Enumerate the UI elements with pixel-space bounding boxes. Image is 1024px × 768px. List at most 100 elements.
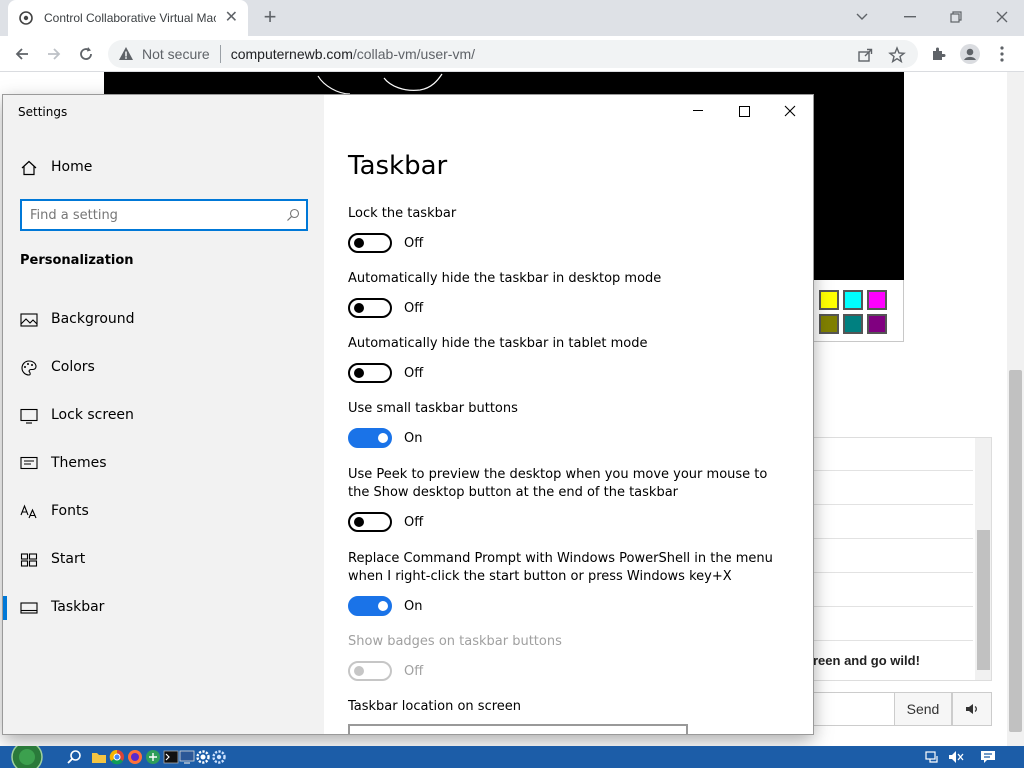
monitor-icon xyxy=(20,408,38,424)
brush-icon xyxy=(20,456,38,470)
browser-toolbar: Not secure computernewb.com/collab-vm/us… xyxy=(0,36,1024,72)
maximize-button[interactable] xyxy=(721,95,767,127)
toggle-state: Off xyxy=(404,301,424,316)
browser-menu-button[interactable] xyxy=(988,40,1016,68)
security-label[interactable]: Not secure xyxy=(142,46,210,62)
search-icon[interactable] xyxy=(66,749,82,765)
toggle-peek[interactable] xyxy=(348,512,392,532)
browser-app-icon[interactable] xyxy=(145,749,161,765)
chat-scrollbar-thumb[interactable] xyxy=(977,530,990,670)
toggle-lock-taskbar[interactable] xyxy=(348,233,392,253)
nav-fonts[interactable]: Fonts xyxy=(3,492,324,532)
toggle-powershell[interactable] xyxy=(348,596,392,616)
nav-lock-screen[interactable]: Lock screen xyxy=(3,396,324,436)
toggle-state: Off xyxy=(404,664,424,679)
chat-row xyxy=(813,574,973,607)
palette-swatch[interactable] xyxy=(843,314,863,334)
search-input[interactable] xyxy=(30,205,270,225)
chat-log[interactable]: reen and go wild! xyxy=(812,437,992,681)
gear-icon[interactable] xyxy=(211,749,227,765)
arrow-right-icon xyxy=(48,48,61,60)
toggle-small-buttons[interactable] xyxy=(348,428,392,448)
browser-tab[interactable]: Control Collaborative Virtual Machine ✕ xyxy=(8,0,248,36)
option-label-autohide-tablet: Automatically hide the taskbar in tablet… xyxy=(348,336,648,351)
bookmark-star-icon[interactable] xyxy=(888,46,906,64)
taskbar-icon xyxy=(20,602,38,614)
settings-search[interactable] xyxy=(20,199,308,231)
home-icon xyxy=(21,160,37,176)
option-label-peek: Use Peek to preview the desktop when you… xyxy=(348,467,768,500)
taskbar-location-dropdown[interactable] xyxy=(348,724,688,734)
chat-input[interactable] xyxy=(812,692,894,726)
folder-icon[interactable] xyxy=(91,749,107,765)
chat-row xyxy=(813,506,973,539)
search-icon[interactable] xyxy=(286,208,300,222)
site-favicon-icon xyxy=(18,10,34,26)
nav-colors[interactable]: Colors xyxy=(3,348,324,388)
more-vertical-icon xyxy=(1000,46,1004,62)
minimize-button[interactable] xyxy=(675,95,721,127)
firefox-icon[interactable] xyxy=(127,749,143,765)
toggle-state: Off xyxy=(404,236,424,251)
toggle-state: On xyxy=(404,431,423,446)
settings-app-icon[interactable] xyxy=(195,749,211,765)
share-icon[interactable] xyxy=(856,46,874,64)
browser-restore-button[interactable] xyxy=(942,4,970,30)
close-icon xyxy=(996,11,1008,23)
nav-themes[interactable]: Themes xyxy=(3,444,324,484)
close-button[interactable] xyxy=(767,95,813,127)
palette-swatch[interactable] xyxy=(843,290,863,310)
palette-swatch[interactable] xyxy=(867,290,887,310)
nav-start[interactable]: Start xyxy=(3,540,324,580)
reload-button[interactable] xyxy=(72,40,100,68)
palette-swatch[interactable] xyxy=(819,314,839,334)
palette-swatch[interactable] xyxy=(867,314,887,334)
url-host: computernewb.com xyxy=(230,46,353,62)
browser-close-button[interactable] xyxy=(988,4,1016,30)
palette-swatch[interactable] xyxy=(819,290,839,310)
nav-home[interactable]: Home xyxy=(3,148,324,188)
color-palette xyxy=(812,280,904,342)
tab-close-icon[interactable]: ✕ xyxy=(225,10,238,26)
extensions-button[interactable] xyxy=(924,40,952,68)
start-orb-icon[interactable] xyxy=(9,746,45,768)
send-button[interactable]: Send xyxy=(894,692,952,726)
nav-taskbar[interactable]: Taskbar xyxy=(3,588,324,628)
restore-icon xyxy=(950,11,962,23)
toggle-knob xyxy=(378,433,388,443)
option-label-badges: Show badges on taskbar buttons xyxy=(348,634,562,649)
nav-label: Fonts xyxy=(51,503,89,519)
volume-muted-icon[interactable] xyxy=(948,749,964,765)
profile-button[interactable] xyxy=(956,40,984,68)
nav-label: Themes xyxy=(51,455,107,471)
browser-tab-strip: Control Collaborative Virtual Machine ✕ … xyxy=(0,0,1024,36)
address-bar[interactable]: Not secure computernewb.com/collab-vm/us… xyxy=(108,40,918,68)
new-tab-button[interactable]: + xyxy=(258,6,282,30)
notifications-icon[interactable] xyxy=(980,749,996,765)
nav-label: Start xyxy=(51,551,86,567)
network-icon[interactable] xyxy=(924,749,940,765)
address-divider xyxy=(219,45,221,63)
chrome-icon[interactable] xyxy=(109,749,125,765)
speaker-icon xyxy=(966,704,977,714)
toggle-autohide-tablet[interactable] xyxy=(348,363,392,383)
toggle-autohide-desktop[interactable] xyxy=(348,298,392,318)
windows-taskbar xyxy=(0,746,1024,768)
page-scrollbar-thumb[interactable] xyxy=(1009,370,1022,732)
browser-minimize-button[interactable] xyxy=(896,4,924,30)
toggle-knob xyxy=(354,666,364,676)
tab-search-button[interactable] xyxy=(848,4,876,30)
volume-button[interactable] xyxy=(952,692,992,726)
option-label-lock: Lock the taskbar xyxy=(348,206,457,221)
option-label-powershell: Replace Command Prompt with Windows Powe… xyxy=(348,551,773,584)
nav-background[interactable]: Background xyxy=(3,300,324,340)
forward-button[interactable] xyxy=(40,40,68,68)
chat-row xyxy=(813,540,973,573)
back-button[interactable] xyxy=(8,40,36,68)
url-text[interactable]: computernewb.com/collab-vm/user-vm/ xyxy=(231,46,475,62)
url-path: /collab-vm/user-vm/ xyxy=(352,46,476,62)
toggle-state: Off xyxy=(404,366,424,381)
monitor-app-icon[interactable] xyxy=(179,749,195,765)
reload-icon xyxy=(80,47,92,60)
terminal-icon[interactable] xyxy=(163,749,179,765)
